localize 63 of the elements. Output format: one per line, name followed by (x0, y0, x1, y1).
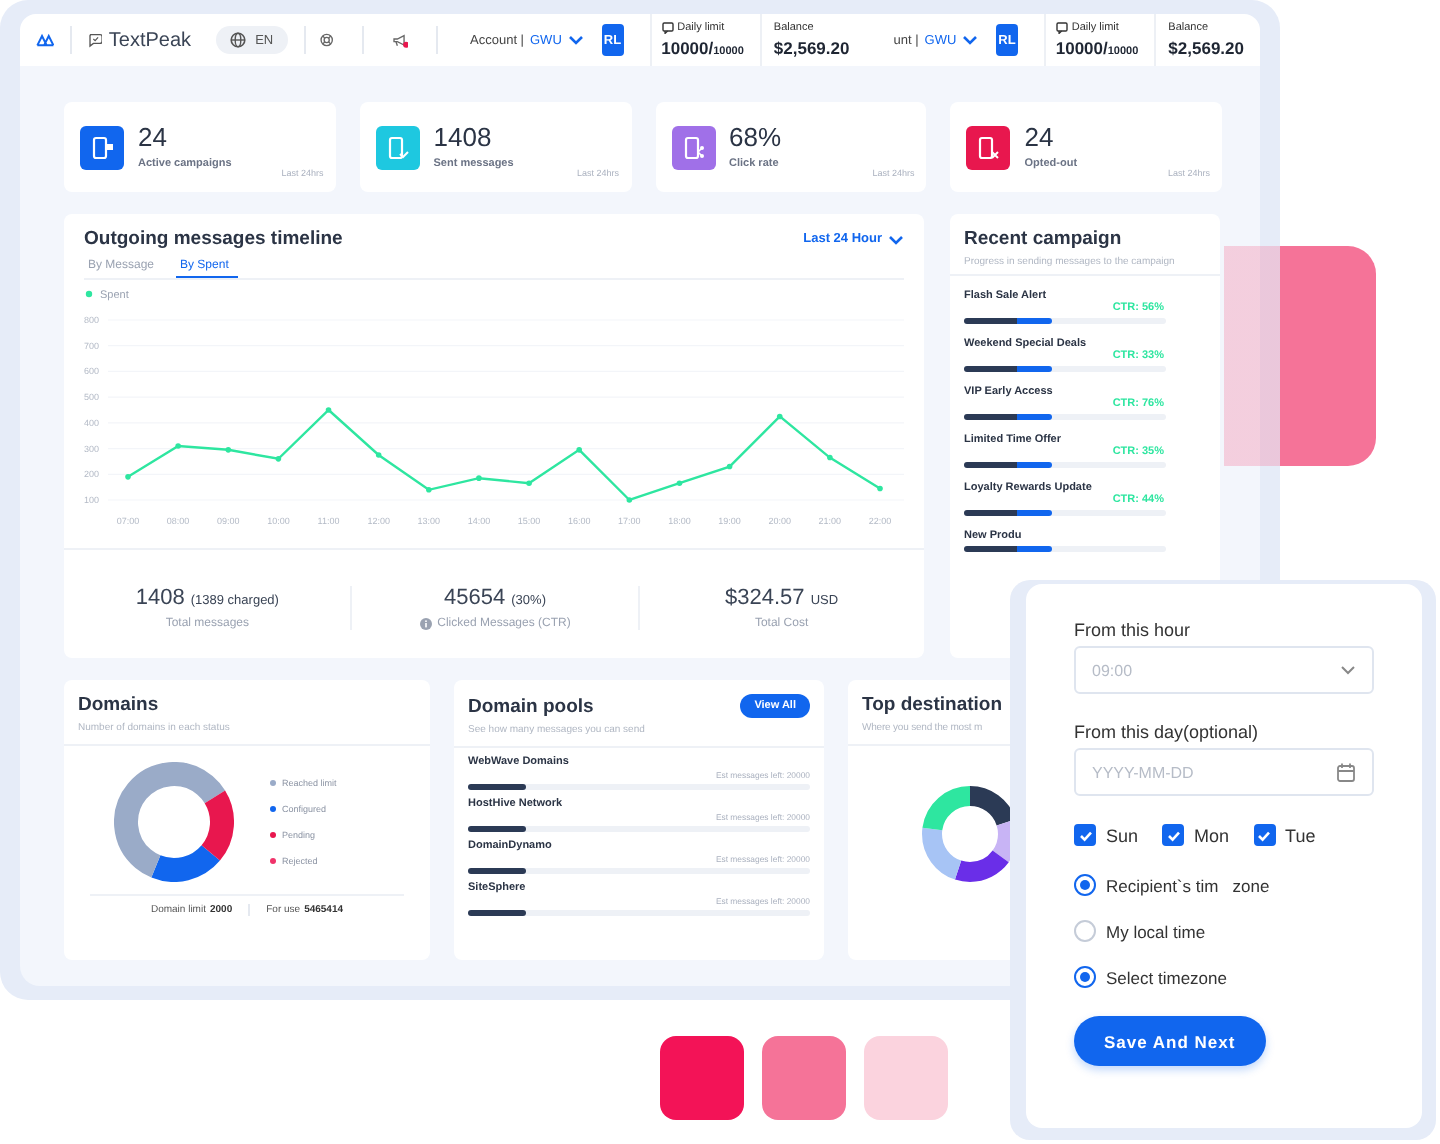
data-point (175, 443, 181, 449)
card-title: Domain pools (468, 695, 594, 717)
card-title: Outgoing messages timeline (84, 228, 343, 250)
date-field[interactable]: YYYY-MM-DD (1092, 754, 1336, 790)
card-title: Top destination (862, 694, 1005, 716)
data-point (375, 452, 382, 458)
brand-name: TextPeak (108, 29, 192, 51)
radio-label: Recipient`s tim zone (1106, 875, 1270, 895)
data-point (776, 413, 783, 420)
decorative-square (762, 1036, 846, 1120)
data-point (877, 485, 883, 492)
data-point (275, 456, 282, 462)
date-field[interactable]: YYYY-MM-DD (1074, 748, 1374, 796)
balance-value: $2,569.20 (1168, 38, 1244, 58)
message-icon (661, 22, 674, 34)
stat-value: 24 (1024, 124, 1056, 152)
stat-value: 68% (729, 124, 782, 152)
checkbox[interactable] (1253, 824, 1276, 846)
message-icon (1055, 22, 1068, 34)
time-select[interactable]: 09:00 (1074, 646, 1374, 694)
lifebuoy-icon[interactable] (320, 30, 334, 50)
stat-value: 1408 (433, 124, 494, 152)
radio-button[interactable] (1074, 874, 1096, 896)
time-select[interactable]: 09:00 (1092, 652, 1340, 688)
chevron-down-icon (567, 34, 584, 46)
data-point (225, 447, 232, 453)
data-point (125, 474, 131, 480)
data-point (526, 480, 532, 487)
checkbox-label: Sun (1106, 825, 1139, 845)
checkbox-label: Tue (1285, 825, 1316, 845)
data-point (676, 480, 683, 487)
chevron-down-icon (1340, 664, 1356, 676)
save-button[interactable]: Save And Next (1074, 1016, 1266, 1066)
globe-icon (229, 32, 246, 48)
data-point (426, 486, 432, 493)
data-point (626, 497, 633, 503)
checkbox[interactable] (1162, 824, 1185, 846)
chat-bubble-icon (88, 30, 103, 50)
data-point (827, 454, 833, 461)
donut-chart-drawing (114, 762, 234, 882)
data-point (726, 463, 733, 470)
checkbox-label: Mon (1194, 825, 1230, 845)
balance-value: $2,569.20 (773, 38, 850, 58)
radio-button[interactable] (1074, 966, 1096, 988)
chevron-down-icon (888, 233, 904, 245)
megaphone-icon[interactable] (391, 29, 409, 51)
field-label: From this day(optional) (1074, 722, 1261, 742)
checkbox[interactable] (1074, 824, 1096, 846)
data-point (476, 475, 482, 481)
data-point (576, 447, 582, 453)
card-title: Domains (78, 694, 161, 716)
chevron-down-icon (962, 34, 979, 46)
calendar-icon (1336, 762, 1356, 782)
data-point (325, 407, 332, 413)
field-label: From this hour (1074, 620, 1193, 640)
decorative-square (864, 1036, 948, 1120)
info-icon (419, 618, 432, 630)
radio-label: My local time (1106, 921, 1206, 941)
card-title: Recent campaign (964, 228, 1124, 250)
decorative-square (660, 1036, 744, 1120)
logo-icon[interactable] (36, 30, 55, 50)
stat-value: 24 (138, 124, 169, 152)
radio-label: Select timezone (1106, 967, 1227, 987)
